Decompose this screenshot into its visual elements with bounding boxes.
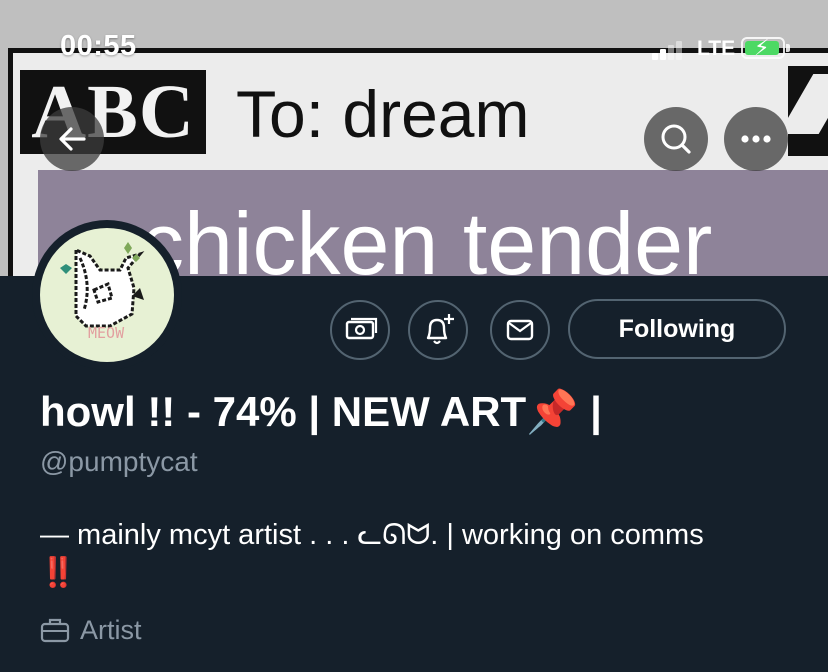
money-icon: [345, 317, 378, 340]
avatar[interactable]: MEOW: [40, 228, 174, 362]
tip-button[interactable]: [330, 300, 390, 360]
briefcase-icon: [40, 618, 70, 643]
battery-nub: [786, 44, 790, 52]
avatar-label: MEOW: [88, 324, 125, 342]
envelope-icon: [506, 319, 534, 341]
bell-plus-icon: [426, 314, 454, 345]
banner-card-text: chicken tender: [140, 194, 713, 276]
display-name: howl !! - 74% | NEW ART📌 |: [40, 388, 602, 435]
bio-text: — mainly mcyt artist . . . ᓚᘏᗢ. | workin…: [40, 519, 704, 551]
notifications-button[interactable]: [408, 300, 468, 360]
arrow-left-icon: [59, 127, 86, 151]
signal-icon: [652, 40, 692, 60]
banner-to-text: To: dream: [236, 77, 530, 151]
more-icon: [741, 135, 771, 143]
back-button[interactable]: [40, 107, 104, 171]
bio: — mainly mcyt artist . . . ᓚᘏᗢ. | workin…: [40, 516, 800, 592]
search-button[interactable]: [644, 107, 708, 171]
network-type: LTE: [697, 37, 736, 60]
more-options-button[interactable]: [724, 107, 788, 171]
status-time: 00:55: [60, 30, 137, 62]
battery-icon: ⚡: [741, 35, 785, 60]
bio-exclamation: ‼️: [40, 557, 76, 589]
banner-corner-graphic: [788, 66, 828, 156]
message-button[interactable]: [490, 300, 550, 360]
cat-drawing-icon: MEOW: [60, 242, 145, 342]
user-handle: @pumptycat: [40, 446, 198, 477]
following-button[interactable]: Following: [568, 299, 786, 359]
job-label: Artist: [80, 615, 142, 645]
charging-bolt-icon: ⚡: [754, 35, 770, 60]
search-icon: [661, 124, 691, 154]
